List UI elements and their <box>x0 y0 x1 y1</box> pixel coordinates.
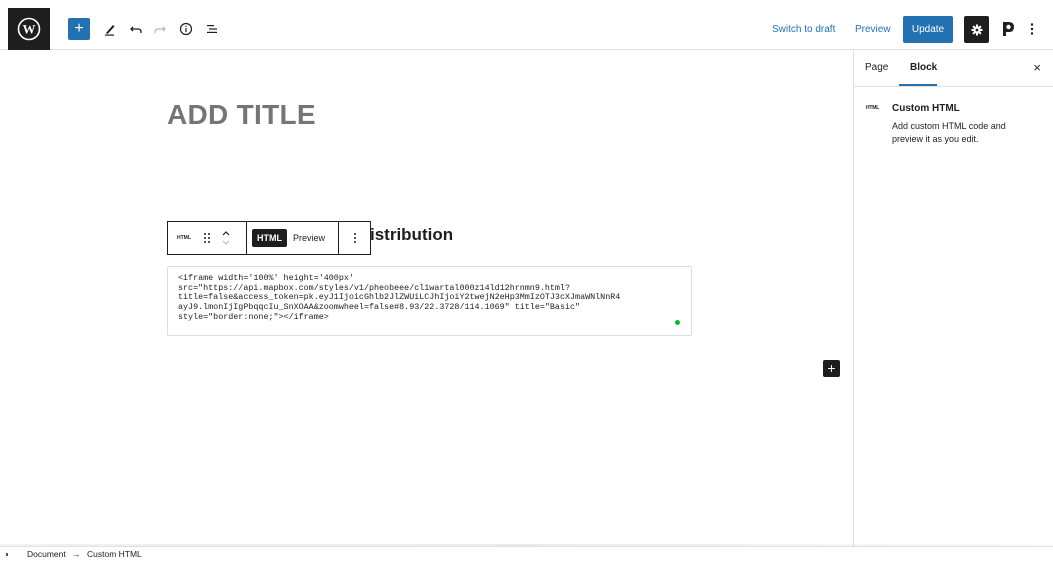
block-mover-group: HTML <box>168 222 246 254</box>
breadcrumb-arrow-icon: → <box>72 549 81 559</box>
block-options-button[interactable] <box>338 222 370 254</box>
undo-button[interactable] <box>124 17 148 41</box>
status-indicator-dot <box>675 320 680 325</box>
gear-icon <box>971 24 982 35</box>
editor-header: W + Switch to draft Preview Update <box>0 8 1053 50</box>
block-card: HTML Custom HTML Add custom HTML code an… <box>854 87 1053 160</box>
details-button[interactable] <box>174 17 198 41</box>
block-card-title: Custom HTML <box>892 103 960 114</box>
html-code-content[interactable]: <iframe width='100%' height='400px' src=… <box>178 273 681 323</box>
sidebar-tabs: Page Block × <box>854 50 1053 87</box>
breadcrumb-current[interactable]: Custom HTML <box>87 549 142 559</box>
plugin-logo-icon <box>1003 22 1014 36</box>
svg-text:W: W <box>23 22 36 37</box>
redo-button[interactable] <box>148 17 172 41</box>
info-icon <box>179 22 193 36</box>
wordpress-logo-icon[interactable]: W <box>8 8 50 50</box>
tab-html[interactable]: HTML <box>252 229 287 247</box>
block-toolbar: HTML HTML Preview <box>167 221 371 255</box>
post-title[interactable]: ADD TITLE <box>167 99 316 131</box>
heading-block[interactable]: istribution <box>370 225 453 245</box>
breadcrumb-document[interactable]: Document <box>27 549 66 559</box>
drag-handle-icon[interactable] <box>203 232 211 244</box>
redo-icon <box>154 26 166 33</box>
block-inserter-button[interactable]: + <box>823 360 840 377</box>
list-view-button[interactable] <box>200 17 224 41</box>
close-sidebar-button[interactable]: × <box>1033 60 1041 75</box>
add-block-button[interactable]: + <box>68 18 90 40</box>
vertical-ellipsis-icon <box>353 233 356 243</box>
corner-mark <box>6 553 8 556</box>
move-up-down-icon[interactable] <box>221 228 231 248</box>
switch-to-draft-button[interactable]: Switch to draft <box>772 20 835 38</box>
tab-page[interactable]: Page <box>865 62 888 73</box>
html-preview-toggle: HTML Preview <box>246 222 338 254</box>
tab-preview[interactable]: Preview <box>287 229 331 247</box>
update-button[interactable]: Update <box>903 16 953 43</box>
active-tab-indicator <box>899 84 937 86</box>
plus-icon: + <box>74 20 84 37</box>
plus-icon: + <box>827 360 836 376</box>
undo-icon <box>130 26 142 33</box>
preview-button[interactable]: Preview <box>855 20 891 38</box>
tools-button[interactable] <box>98 17 122 41</box>
list-view-icon <box>207 25 217 33</box>
plugin-button[interactable] <box>998 17 1018 41</box>
block-type-label[interactable]: HTML <box>177 235 191 241</box>
pencil-icon <box>105 25 115 36</box>
tab-block[interactable]: Block <box>910 62 937 73</box>
vertical-ellipsis-icon <box>1030 23 1034 35</box>
block-card-description: Add custom HTML code and preview it as y… <box>892 121 1006 144</box>
settings-sidebar: Page Block × HTML Custom HTML Add custom… <box>853 50 1053 546</box>
html-block-icon: HTML <box>866 105 880 111</box>
custom-html-code-editor[interactable]: <iframe width='100%' height='400px' src=… <box>167 266 692 336</box>
settings-button[interactable] <box>964 16 989 43</box>
breadcrumb: Document → Custom HTML <box>0 546 1053 561</box>
more-options-button[interactable] <box>1026 17 1038 41</box>
editor-canvas: ADD TITLE HTML HTML Preview istribution … <box>0 50 853 546</box>
